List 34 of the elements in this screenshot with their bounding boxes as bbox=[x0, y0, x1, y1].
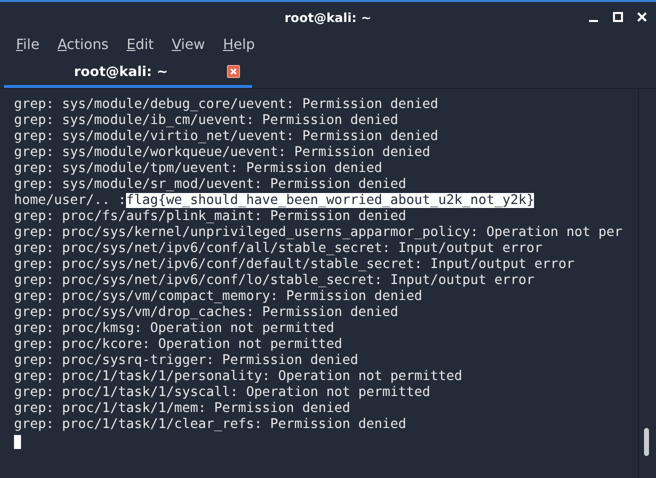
terminal-line: grep: proc/1/task/1/mem: Permission denied bbox=[14, 401, 350, 416]
terminal-line: grep: proc/sys/kernel/unprivileged_userns_apparmor_policy: Operation not per bbox=[14, 225, 622, 240]
terminal-line: grep: proc/fs/aufs/plink_maint: Permission denied bbox=[14, 209, 406, 224]
terminal-tab[interactable]: root@kali: ~ bbox=[4, 58, 252, 88]
terminal-line: grep: proc/1/task/1/clear_refs: Permission denied bbox=[14, 417, 406, 432]
terminal-line: grep: sys/module/virtio_net/uevent: Permission denied bbox=[14, 129, 438, 144]
terminal-line: grep: sys/module/ib_cm/uevent: Permission denied bbox=[14, 113, 398, 128]
terminal-line: grep: proc/sys/vm/drop_caches: Permission denied bbox=[14, 305, 398, 320]
tab-close-icon[interactable] bbox=[227, 65, 240, 78]
terminal-line: grep: proc/sys/net/ipv6/conf/lo/stable_secret: Input/output error bbox=[14, 273, 534, 288]
menu-item[interactable]: Help bbox=[222, 37, 255, 53]
terminal-line: grep: proc/kmsg: Operation not permitted bbox=[14, 321, 334, 336]
text-cursor bbox=[14, 435, 21, 449]
terminal-line: grep: proc/sys/net/ipv6/conf/all/stable_secret: Input/output error bbox=[14, 241, 542, 256]
close-icon[interactable] bbox=[636, 11, 648, 23]
terminal-line: grep: sys/module/sr_mod/uevent: Permission denied bbox=[14, 177, 406, 192]
terminal-line: grep: proc/1/task/1/syscall: Operation not permitted bbox=[14, 385, 430, 400]
selected-text: flag{we_should_have_been_worried_about_u2k_not_y2k} bbox=[126, 193, 534, 208]
terminal-line: home/user/.. : bbox=[14, 193, 126, 208]
terminal-line: grep: proc/kcore: Operation not permitted bbox=[14, 337, 342, 352]
terminal-line: grep: proc/sys/net/ipv6/conf/default/stable_secret: Input/output error bbox=[14, 257, 574, 272]
window-title: root@kali: ~ bbox=[284, 10, 372, 24]
terminal-line: grep: sys/module/tpm/uevent: Permission denied bbox=[14, 161, 382, 176]
menu-item[interactable]: Edit bbox=[126, 37, 154, 53]
terminal-line: grep: proc/sysrq-trigger: Permission denied bbox=[14, 353, 358, 368]
menu-item[interactable]: View bbox=[172, 37, 205, 53]
scrollbar[interactable] bbox=[638, 89, 652, 478]
terminal-line: grep: proc/1/task/1/personality: Operation not permitted bbox=[14, 369, 462, 384]
terminal-line: grep: sys/module/debug_core/uevent: Permission denied bbox=[14, 97, 438, 112]
menu-item[interactable]: File bbox=[16, 37, 40, 53]
terminal-line: grep: sys/module/workqueue/uevent: Permission denied bbox=[14, 145, 430, 160]
terminal-line: grep: proc/sys/vm/compact_memory: Permission denied bbox=[14, 289, 422, 304]
menu-item[interactable]: Actions bbox=[57, 37, 109, 53]
maximize-icon[interactable] bbox=[612, 11, 624, 23]
